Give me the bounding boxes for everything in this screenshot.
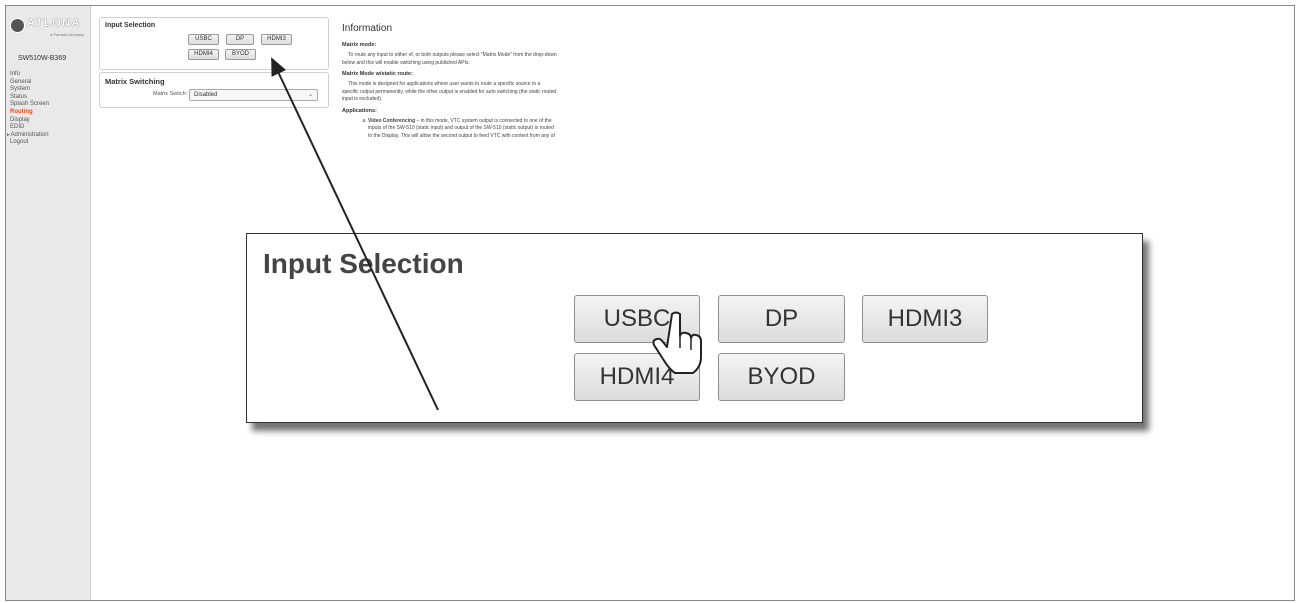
logo-subtitle: a Panduit company: [50, 32, 85, 37]
zoom-title: Input Selection: [263, 248, 464, 279]
zoom-hdmi3-button[interactable]: HDMI3: [862, 295, 988, 343]
sidebar-item-label: Logout: [10, 139, 29, 146]
input-hdmi4-button[interactable]: HDMI4: [188, 49, 219, 60]
panel-title: Matrix Switching: [105, 77, 165, 86]
sidebar-item-display[interactable]: Display: [10, 117, 49, 125]
list-item: Video Conferencing – in this mode, VTC s…: [368, 118, 558, 141]
caret-right-icon: ▸: [7, 131, 10, 138]
matrix-switching-panel: Matrix Switching Matrix Switch: Disabled…: [99, 72, 329, 108]
sidebar-item-label: General: [10, 78, 32, 85]
applications-list: Video Conferencing – in this mode, VTC s…: [342, 118, 558, 141]
sidebar-item-label: Routing: [10, 108, 33, 115]
input-selection-panel: Input Selection USBC DP HDMI3 HDMI4 BYOD: [99, 17, 329, 70]
matrix-mode-text: To route any input to either of, or both…: [342, 52, 557, 66]
matrix-switch-label: Matrix Switch:: [153, 91, 188, 97]
sidebar-item-splash-screen[interactable]: Splash Screen: [10, 101, 49, 109]
sidebar-item-label: Info: [10, 71, 21, 77]
sidebar-item-info[interactable]: Info: [10, 71, 49, 79]
information-section: Information Matrix mode: To route any in…: [342, 23, 558, 140]
application-name: Video Conferencing: [368, 117, 416, 124]
sidebar-item-label: EDID: [10, 124, 25, 131]
static-route-heading: Matrix Mode w/static route:: [342, 71, 413, 77]
sidebar-item-label: Splash Screen: [10, 101, 50, 108]
sidebar-item-general[interactable]: General: [10, 79, 49, 87]
atlona-logo: ATLONA a Panduit company: [10, 16, 88, 42]
sidebar-item-label: Administration: [10, 131, 49, 138]
input-byod-button[interactable]: BYOD: [225, 49, 256, 60]
sidebar-item-system[interactable]: System: [10, 86, 49, 94]
select-value: Disabled: [194, 92, 218, 98]
panel-title: Input Selection: [105, 22, 156, 29]
logo-text: ATLONA: [27, 17, 82, 29]
sidebar-nav: Info General System Status Splash Screen…: [7, 71, 49, 147]
sidebar-item-label: System: [10, 86, 31, 93]
chevron-down-icon: ⌄: [307, 92, 313, 98]
sidebar-item-label: Status: [10, 93, 28, 100]
sidebar-item-administration[interactable]: ▸Administration: [7, 131, 49, 140]
sidebar-item-edid[interactable]: EDID: [10, 124, 49, 132]
device-name: SW510W-B369: [18, 55, 67, 62]
applications-heading: Applications:: [342, 107, 377, 114]
input-hdmi3-button[interactable]: HDMI3: [261, 34, 292, 45]
static-route-text: This mode is designed for applications w…: [342, 81, 557, 102]
sidebar-item-logout[interactable]: Logout: [10, 139, 49, 147]
sidebar: ATLONA a Panduit company SW510W-B369 Inf…: [6, 6, 91, 600]
matrix-mode-heading: Matrix mode:: [342, 42, 377, 48]
sidebar-item-label: Display: [10, 116, 30, 123]
zoom-byod-button[interactable]: BYOD: [718, 353, 845, 401]
matrix-switch-select[interactable]: Disabled ⌄: [189, 89, 318, 101]
input-dp-button[interactable]: DP: [226, 34, 254, 45]
sidebar-item-routing[interactable]: Routing: [10, 109, 49, 117]
zoom-dp-button[interactable]: DP: [718, 295, 845, 343]
input-usbc-button[interactable]: USBC: [188, 34, 219, 45]
hand-pointer-icon: [652, 311, 702, 374]
information-title: Information: [342, 23, 393, 34]
sidebar-item-status[interactable]: Status: [10, 94, 49, 102]
logo-mark-icon: [10, 18, 25, 33]
